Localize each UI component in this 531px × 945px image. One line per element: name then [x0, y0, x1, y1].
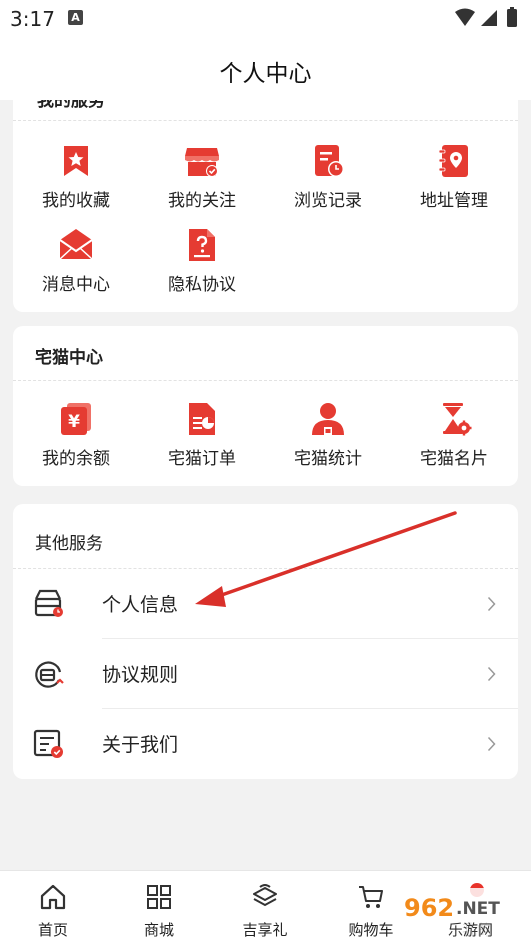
card-gear-icon	[443, 403, 472, 436]
grid-icon	[147, 885, 171, 909]
grid-label: 隐私协议	[168, 275, 236, 295]
cart-icon	[359, 886, 383, 908]
envelope-icon	[59, 229, 93, 260]
grid-item-orders[interactable]: 宅猫订单	[139, 402, 265, 469]
store-check-icon	[185, 148, 219, 177]
wallet-yen-icon: ¥	[61, 403, 91, 435]
menu-row-personal-info[interactable]: 个人信息	[13, 569, 518, 639]
home-icon	[40, 884, 66, 910]
document-clock-icon	[315, 145, 344, 177]
grid-item-privacy[interactable]: 隐私协议	[139, 228, 265, 295]
page-title: 个人中心	[219, 61, 312, 87]
header: 个人中心	[0, 36, 531, 100]
status-bar: 3:17 A	[0, 0, 531, 36]
watermark-text: 962	[404, 894, 454, 922]
tab-mall[interactable]: 商城	[106, 871, 212, 945]
my-services-title: 我的服务	[37, 100, 105, 111]
wifi-signal-battery-icon	[455, 7, 517, 27]
grid-label: 宅猫统计	[294, 449, 362, 469]
address-book-pin-icon	[438, 145, 468, 177]
status-icons	[453, 6, 523, 34]
personal-info-icon	[34, 589, 63, 617]
notification-a-icon: A	[68, 10, 83, 25]
svg-text:乐游网: 乐游网	[448, 921, 493, 939]
grid-label: 我的关注	[168, 191, 236, 211]
svg-text:¥: ¥	[68, 412, 80, 432]
bookmark-star-icon	[64, 146, 88, 176]
grid-item-favorites[interactable]: 我的收藏	[13, 144, 139, 211]
chevron-right-icon	[487, 736, 496, 752]
grid-label: 我的收藏	[42, 191, 110, 211]
about-us-icon	[33, 729, 63, 758]
grid-label: 宅猫订单	[168, 449, 236, 469]
row-label: 协议规则	[102, 664, 179, 686]
tab-home[interactable]: 首页	[0, 871, 106, 945]
other-services-card: 其他服务 个人信息 协议规则 关于我们	[13, 504, 518, 779]
tab-label: 首页	[37, 921, 68, 939]
grid-item-following[interactable]: 我的关注	[139, 144, 265, 211]
divider	[13, 380, 518, 381]
row-label: 关于我们	[102, 734, 179, 756]
grid-label: 地址管理	[420, 191, 488, 211]
tab-label: 商城	[143, 921, 174, 939]
grid-item-balance[interactable]: ¥ 我的余额	[13, 402, 139, 469]
grid-item-address[interactable]: 地址管理	[391, 144, 517, 211]
chevron-right-icon	[487, 666, 496, 682]
user-stats-icon	[312, 403, 344, 435]
grid-item-messages[interactable]: 消息中心	[13, 228, 139, 295]
grid-item-card[interactable]: 宅猫名片	[391, 402, 517, 469]
svg-text:.NET: .NET	[456, 899, 500, 919]
watermark-image: 962 .NET 乐游网	[398, 888, 528, 940]
menu-row-agreement[interactable]: 协议规则	[13, 639, 518, 709]
divider	[13, 120, 518, 121]
row-label: 个人信息	[102, 594, 179, 616]
chevron-right-icon	[487, 596, 496, 612]
order-chart-icon	[189, 403, 215, 435]
menu-row-about-us[interactable]: 关于我们	[13, 709, 518, 779]
gift-icon	[253, 884, 277, 907]
tab-label: 吉享礼	[242, 921, 288, 939]
document-question-icon	[189, 229, 215, 261]
grid-label: 浏览记录	[294, 191, 362, 211]
tab-gift[interactable]: 吉享礼	[212, 871, 318, 945]
grid-item-stats[interactable]: 宅猫统计	[265, 402, 391, 469]
grid-label: 宅猫名片	[420, 449, 488, 469]
grid-label: 我的余额	[42, 449, 110, 469]
grid-item-history[interactable]: 浏览记录	[265, 144, 391, 211]
cat-center-title: 宅猫中心	[35, 348, 103, 368]
status-time: 3:17	[10, 7, 55, 31]
agreement-icon	[35, 661, 64, 688]
watermark-logo: 962 .NET 乐游网	[398, 888, 528, 940]
grid-label: 消息中心	[42, 275, 110, 295]
cat-center-card: 宅猫中心 ¥ 我的余额 宅猫订单 宅猫统计 宅猫名片	[13, 326, 518, 486]
other-services-title: 其他服务	[35, 534, 103, 554]
my-services-card: 我的服务 我的收藏 我的关注 浏览记录 地址管理 消息中心 隐私协议	[13, 100, 518, 312]
